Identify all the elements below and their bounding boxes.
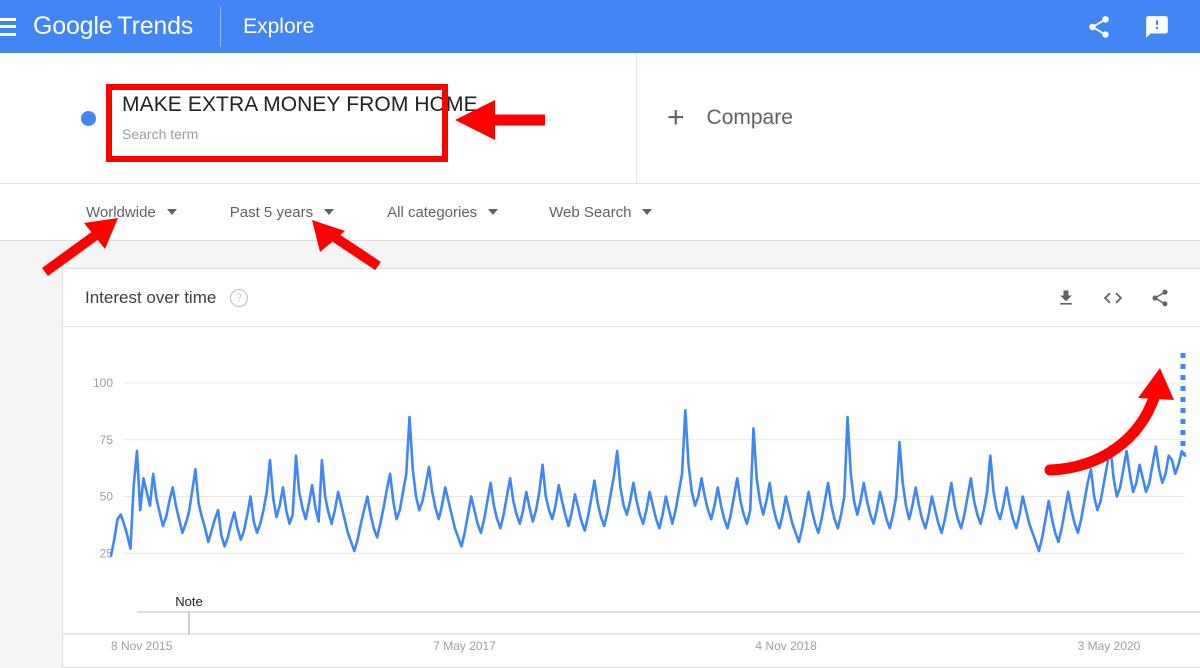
time-range-filter[interactable]: Past 5 years bbox=[229, 203, 335, 221]
compare-button[interactable]: + Compare bbox=[667, 53, 793, 183]
x-axis-tick-label: 3 May 2020 bbox=[1078, 639, 1141, 653]
search-type-filter-label: Web Search bbox=[549, 203, 632, 221]
card-header: Interest over time ? bbox=[63, 269, 1200, 327]
trend-line bbox=[109, 408, 1187, 557]
y-axis-tick-label: 75 bbox=[100, 433, 114, 447]
time-range-filter-label: Past 5 years bbox=[229, 203, 314, 221]
chevron-down-icon bbox=[642, 209, 653, 215]
header-actions bbox=[1086, 14, 1200, 40]
chevron-down-icon bbox=[324, 209, 335, 215]
x-axis-tick-label: 4 Nov 2018 bbox=[755, 639, 817, 653]
search-term-type-label: Search term bbox=[122, 126, 199, 142]
search-type-filter[interactable]: Web Search bbox=[549, 203, 653, 221]
interest-over-time-chart[interactable]: 25 50 75 100 Note 8 Nov 2015 7 May 2017 4 Nov 2… bbox=[63, 327, 1200, 668]
location-filter-label: Worldwide bbox=[86, 203, 156, 221]
brand-google-text: Google bbox=[33, 12, 113, 40]
series-color-dot bbox=[81, 110, 96, 126]
brand-trends-text: Trends bbox=[117, 12, 194, 40]
compare-label: Compare bbox=[706, 106, 793, 129]
chevron-down-icon bbox=[166, 209, 177, 215]
hamburger-icon[interactable] bbox=[0, 17, 16, 36]
download-icon[interactable] bbox=[1056, 288, 1076, 308]
y-axis-tick-label: 50 bbox=[100, 490, 114, 504]
app-header: Google Trends Explore bbox=[0, 0, 1200, 53]
search-term-panel[interactable]: MAKE EXTRA MONEY FROM HOME Search term bbox=[0, 53, 637, 183]
chevron-down-icon bbox=[488, 209, 499, 215]
y-axis-tick-label: 100 bbox=[93, 376, 113, 390]
search-term-value[interactable]: MAKE EXTRA MONEY FROM HOME bbox=[122, 92, 478, 118]
feedback-icon[interactable] bbox=[1144, 14, 1170, 40]
x-axis-tick-label: 8 Nov 2015 bbox=[111, 639, 173, 653]
share-icon[interactable] bbox=[1086, 14, 1112, 40]
category-filter[interactable]: All categories bbox=[387, 203, 499, 221]
filter-bar: Worldwide Past 5 years All categories We… bbox=[0, 184, 1200, 241]
category-filter-label: All categories bbox=[387, 203, 478, 221]
x-axis-tick-label: 7 May 2017 bbox=[433, 639, 496, 653]
interest-over-time-card: Interest over time ? 25 50 75 100 Note 8 Nov … bbox=[62, 268, 1200, 668]
help-circle-icon[interactable]: ? bbox=[230, 288, 249, 307]
page-title: Interest over time bbox=[85, 287, 217, 307]
embed-code-icon[interactable] bbox=[1102, 287, 1124, 309]
plus-icon: + bbox=[667, 101, 685, 134]
query-row: MAKE EXTRA MONEY FROM HOME Search term +… bbox=[0, 53, 1200, 184]
card-actions bbox=[1056, 287, 1170, 309]
header-divider bbox=[220, 6, 222, 47]
search-term-block: MAKE EXTRA MONEY FROM HOME Search term bbox=[122, 92, 478, 144]
explore-nav-item[interactable]: Explore bbox=[243, 15, 314, 39]
note-annotation-label: Note bbox=[175, 594, 202, 609]
share-icon[interactable] bbox=[1150, 288, 1170, 308]
chart-svg: 255075100Note8 Nov 2015 7 May 2017 4 Nov 2… bbox=[63, 353, 1200, 653]
brand-logo[interactable]: Google Trends bbox=[33, 12, 193, 41]
location-filter[interactable]: Worldwide bbox=[86, 204, 177, 221]
